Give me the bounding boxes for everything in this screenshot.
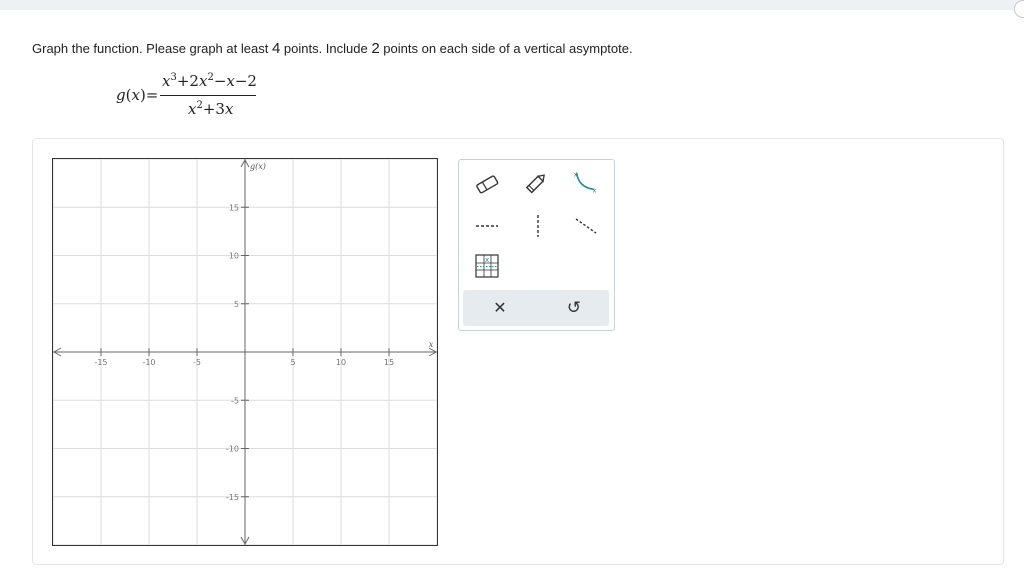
horizontal-asymptote-tool[interactable] bbox=[473, 212, 501, 240]
eraser-tool[interactable] bbox=[473, 170, 501, 198]
fraction-bar bbox=[160, 95, 256, 96]
x-tick-label: -10 bbox=[142, 358, 155, 367]
svg-text:x: x bbox=[574, 170, 578, 178]
slant-asymptote-icon bbox=[575, 218, 597, 234]
curve-points-icon: xx bbox=[574, 170, 597, 194]
x-tick-label: -15 bbox=[94, 358, 107, 367]
vertical-asymptote-icon bbox=[537, 215, 539, 237]
x-tick-label: 10 bbox=[336, 358, 346, 367]
y-tick-label: 15 bbox=[229, 203, 239, 212]
x-axis-label: x bbox=[429, 340, 434, 349]
x-tick-label: 5 bbox=[290, 358, 295, 367]
y-tick-label: 10 bbox=[229, 252, 239, 261]
graph-toolbox: xx x ✕ ↺ bbox=[458, 159, 615, 331]
point-table-icon: x bbox=[475, 254, 499, 278]
top-bar bbox=[0, 0, 1024, 10]
formula-denominator: x2+3x bbox=[188, 100, 234, 118]
pencil-icon bbox=[525, 174, 545, 194]
svg-text:x: x bbox=[592, 186, 596, 194]
pencil-tool[interactable] bbox=[522, 170, 550, 198]
curve-tool[interactable]: xx bbox=[571, 168, 599, 196]
vertical-asymptote-tool[interactable] bbox=[524, 212, 552, 240]
x-tick-label: -5 bbox=[193, 358, 201, 367]
undo-button[interactable]: ↺ bbox=[561, 296, 587, 320]
slant-asymptote-tool[interactable] bbox=[572, 212, 600, 240]
x-tick-label: 15 bbox=[384, 358, 394, 367]
formula-numerator: x3+2x2−x−2 bbox=[162, 72, 257, 90]
question-text: Graph the function. Please graph at leas… bbox=[32, 40, 633, 57]
top-right-circle-icon[interactable] bbox=[1014, 0, 1024, 18]
horizontal-asymptote-icon bbox=[476, 225, 498, 227]
points-per-side-count: 2 bbox=[371, 40, 380, 57]
y-tick-label: -10 bbox=[226, 445, 239, 454]
action-bar: ✕ ↺ bbox=[463, 290, 609, 326]
graph-canvas[interactable]: -15 -10 -5 5 10 15 15 10 5 -5 -10 -15 x g(x) bbox=[52, 158, 438, 546]
y-tick-label: -15 bbox=[226, 493, 239, 502]
clear-button[interactable]: ✕ bbox=[487, 296, 513, 320]
y-tick-label: -5 bbox=[231, 396, 239, 405]
point-table-tool[interactable]: x bbox=[473, 252, 501, 280]
formula-lhs: g(x)= bbox=[116, 86, 159, 104]
y-tick-label: 5 bbox=[234, 300, 239, 309]
y-axis-label: g(x) bbox=[250, 162, 266, 171]
svg-text:x: x bbox=[485, 256, 489, 264]
graph-svg[interactable]: -15 -10 -5 5 10 15 15 10 5 -5 -10 -15 x g(x) bbox=[53, 159, 437, 545]
eraser-icon bbox=[476, 175, 499, 194]
